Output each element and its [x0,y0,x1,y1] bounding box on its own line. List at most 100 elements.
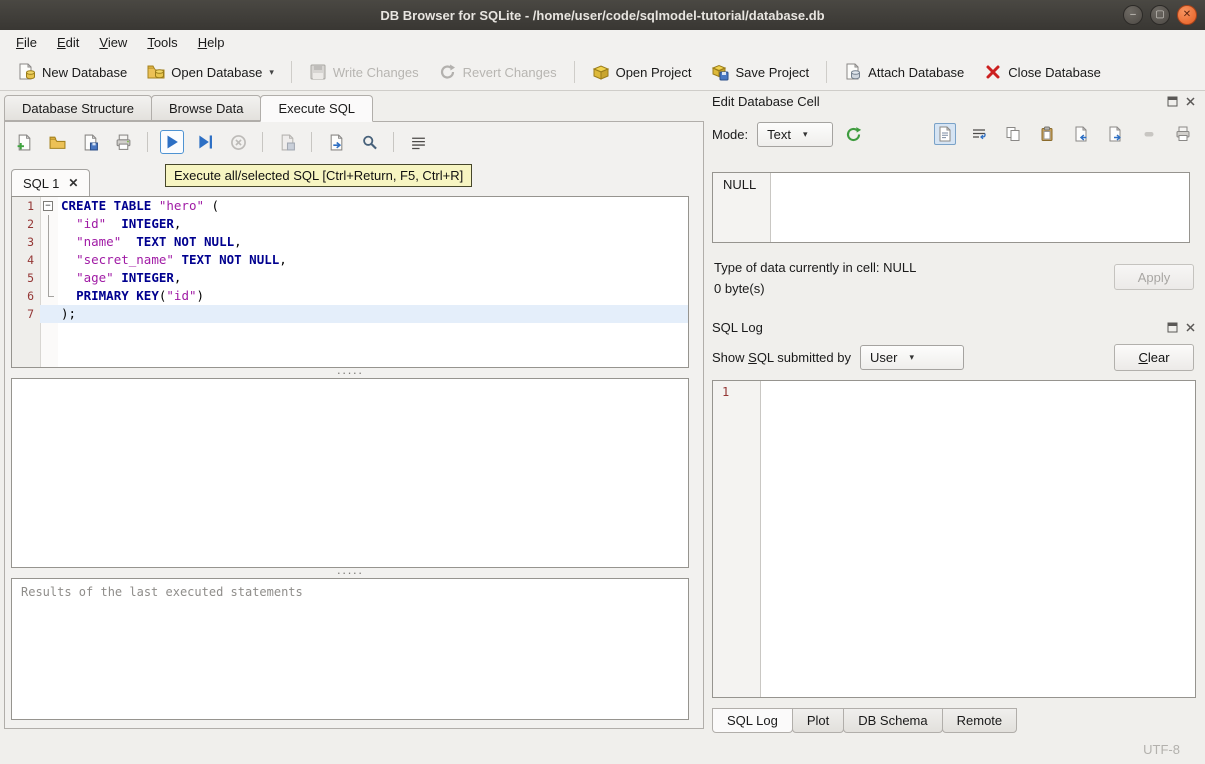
print-button[interactable] [111,130,135,154]
set-null-icon [1138,123,1160,145]
toolbar-separator [393,132,394,152]
refresh-icon[interactable] [842,123,864,145]
line-number: 2 [27,217,34,231]
find-replace-icon [361,134,378,151]
execute-all-button[interactable] [160,130,184,154]
mode-combobox[interactable]: Text ▾ [757,121,834,147]
log-line-number: 1 [722,385,730,399]
toolbar-open-database[interactable]: Open Database ▾ [137,59,284,85]
save-sql-button[interactable] [78,130,102,154]
dock-tab-sql-log[interactable]: SQL Log [712,708,793,733]
new-tab-button[interactable] [12,130,36,154]
line-number: 1 [27,199,34,213]
menu-edit[interactable]: Edit [47,33,89,52]
fold-collapse-icon[interactable]: − [43,201,53,211]
execute-line-icon [196,133,214,151]
maximize-button[interactable]: ▢ [1150,5,1170,25]
write-changes-icon [309,63,327,81]
toolbar-save-project[interactable]: Save Project [701,59,819,85]
sql-editor[interactable]: 1− CREATE TABLE "hero" (2 "id" INTEGER, 3 … [11,196,689,368]
fold-margin[interactable]: − [40,197,58,215]
menu-view[interactable]: View [89,33,137,52]
toolbar-label: Attach Database [868,64,965,80]
edit-cell-dock-header: Edit Database Cell [712,92,1196,110]
splitter-handle[interactable]: ····· [11,366,689,379]
code-text: PRIMARY KEY("id") [76,288,205,303]
editor-line-2[interactable]: 2 "id" INTEGER, [12,215,688,233]
cell-editor-content[interactable] [771,173,1189,242]
main-toolbar: New Database Open Database ▾ Write Changes R… [0,54,1205,91]
close-button[interactable]: ✕ [1177,5,1197,25]
toolbar-attach-database[interactable]: Attach Database [834,59,974,85]
editor-line-4[interactable]: 4 "secret_name" TEXT NOT NULL, [12,251,688,269]
close-dock-icon[interactable] [1185,96,1196,107]
fold-margin [40,287,58,305]
editor-line-3[interactable]: 3 "name" TEXT NOT NULL, [12,233,688,251]
toolbar-separator [290,61,292,83]
sql-log-view[interactable]: 1 [712,380,1196,698]
wrap-lines-icon[interactable] [968,123,990,145]
execute-sql-panel: Execute all/selected SQL [Ctrl+Return, F… [4,121,704,729]
clear-button[interactable]: Clear [1114,344,1194,371]
export-cell-icon[interactable] [1104,123,1126,145]
menu-help[interactable]: Help [188,33,235,52]
editor-line-1[interactable]: 1− CREATE TABLE "hero" ( [12,197,688,215]
toolbar-close-database[interactable]: Close Database [974,59,1111,85]
tab-browse-data[interactable]: Browse Data [151,95,262,121]
editor-line-5[interactable]: 5 "age" INTEGER, [12,269,688,287]
line-number: 5 [27,271,34,285]
sql-tab-label: SQL 1 [23,175,60,191]
submitted-by-combobox[interactable]: User ▾ [860,344,964,370]
new-tab-icon [16,134,33,151]
apply-button[interactable]: Apply [1114,264,1194,290]
minimize-button[interactable]: – [1123,5,1143,25]
copy-cell-icon[interactable] [1002,123,1024,145]
float-dock-icon[interactable] [1167,322,1178,333]
execute-line-button[interactable] [193,130,217,154]
chevron-down-icon: ▾ [909,351,914,362]
edit-cell-title: Edit Database Cell [712,93,820,109]
open-database-icon [147,63,165,81]
show-sql-label: Show SQL submitted by [712,349,851,365]
window-controls: – ▢ ✕ [1123,5,1197,25]
sql-toolbar [12,128,430,156]
tab-execute-sql[interactable]: Execute SQL [260,95,374,122]
toolbar-separator [147,132,148,152]
results-grid-pane [11,378,689,568]
toolbar-new-database[interactable]: New Database [8,59,137,85]
cell-icon-row [934,123,1194,145]
editor-line-7[interactable]: 7); [12,305,688,323]
dock-tab-plot[interactable]: Plot [791,708,845,733]
chevron-down-icon: ▾ [802,128,808,139]
dock-tab-db-schema[interactable]: DB Schema [843,708,943,733]
print-cell-icon[interactable] [1172,123,1194,145]
editor-line-6[interactable]: 6 PRIMARY KEY("id") [12,287,688,305]
open-sql-button[interactable] [45,130,69,154]
paste-cell-icon[interactable] [1036,123,1058,145]
cell-value: NULL [723,177,757,192]
word-wrap-button[interactable] [406,130,430,154]
toolbar-open-project[interactable]: Open Project [582,59,702,85]
tab-database-structure[interactable]: Database Structure [4,95,153,121]
close-tab-icon[interactable]: ✕ [68,176,78,190]
find-replace-button[interactable] [357,130,381,154]
code-text: ); [58,305,688,323]
text-mode-icon[interactable] [934,123,956,145]
menu-tools[interactable]: Tools [137,33,187,52]
cell-editor[interactable]: NULL [712,172,1190,243]
import-cell-icon[interactable] [1070,123,1092,145]
dock-tab-remote[interactable]: Remote [941,708,1018,733]
chevron-down-icon[interactable]: ▾ [269,67,274,78]
sql-log-content[interactable] [761,381,1195,697]
float-dock-icon[interactable] [1167,96,1178,107]
tab-sql1[interactable]: SQL 1 ✕ [11,169,91,196]
window-title: DB Browser for SQLite - /home/user/code/… [380,7,825,23]
code-text: "age" INTEGER, [76,270,182,285]
menu-file[interactable]: File [6,33,47,52]
splitter-handle-2[interactable]: ····· [11,566,689,579]
close-dock-icon[interactable] [1185,322,1196,333]
execute-tooltip: Execute all/selected SQL [Ctrl+Return, F… [165,164,473,187]
export-csv-button[interactable] [324,130,348,154]
edit-cell-dock-buttons [1167,96,1196,107]
toolbar-label: Revert Changes [462,64,557,80]
